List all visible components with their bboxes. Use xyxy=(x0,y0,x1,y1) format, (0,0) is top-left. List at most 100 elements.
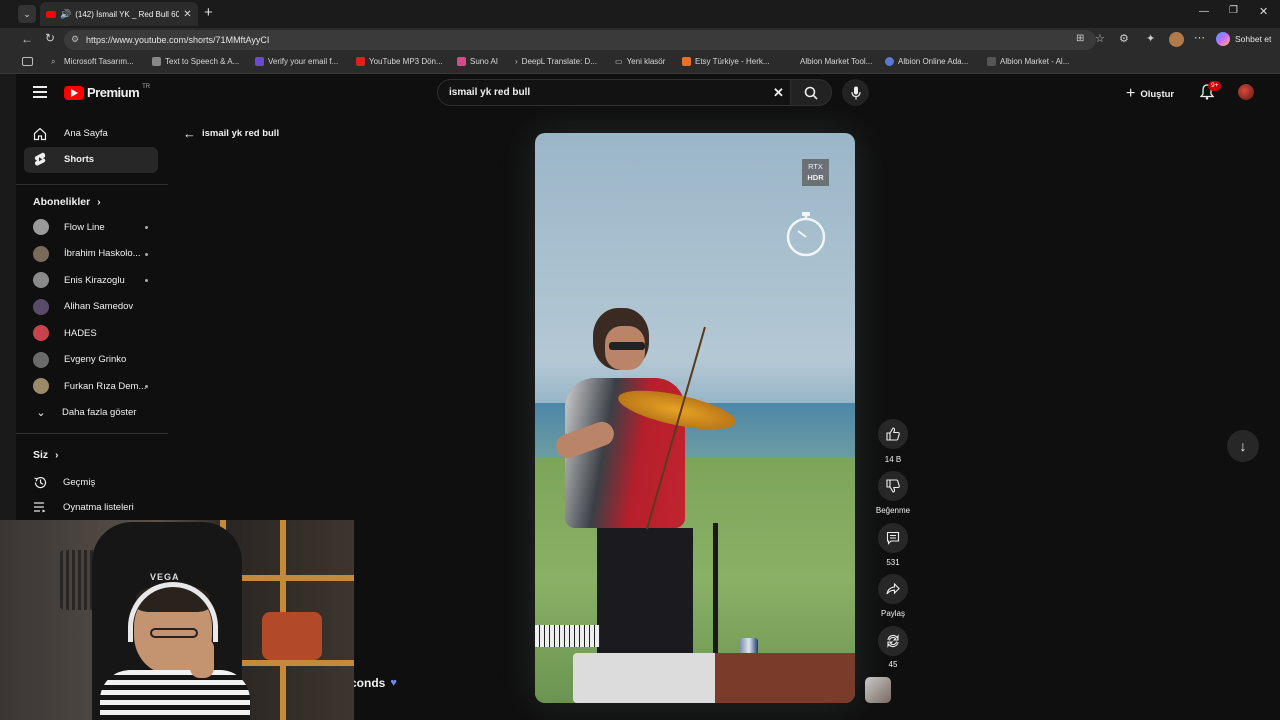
search-input[interactable]: ismail yk red bull ✕ xyxy=(437,79,811,106)
dislike-button[interactable] xyxy=(878,471,908,501)
sidebar-item-shorts[interactable]: Shorts xyxy=(24,147,158,173)
comments-button[interactable] xyxy=(878,523,908,553)
bookmark-item[interactable]: Albion Online Ada... xyxy=(885,57,968,66)
channel-name: Furkan Rıza Dem... xyxy=(64,380,147,392)
share-button[interactable] xyxy=(878,574,908,604)
bookmark-item[interactable]: ▭ Yeni klasör xyxy=(615,57,665,66)
sidebar-divider xyxy=(16,433,168,434)
channel-name: HADES xyxy=(64,327,97,339)
chevron-right-icon: › xyxy=(55,449,59,461)
sidebar-item-label: Oynatma listeleri xyxy=(63,501,134,513)
clear-search-icon[interactable]: ✕ xyxy=(773,85,784,101)
new-tab-button[interactable]: + xyxy=(204,4,213,21)
address-bar[interactable]: ⚙ https://www.youtube.com/shorts/71MMftA… xyxy=(64,30,1096,50)
bookmark-favicon-icon xyxy=(356,57,365,66)
search-icon xyxy=(804,86,818,100)
favorite-star-icon[interactable]: ☆ xyxy=(1095,32,1105,45)
red-cloth xyxy=(262,612,322,660)
bookmark-item[interactable]: Albion Market Tool... xyxy=(787,57,872,66)
sidebar-subscription-item[interactable]: Furkan Rıza Dem... xyxy=(33,377,163,395)
channel-name: İbrahim Haskolo... xyxy=(64,248,141,259)
shorts-icon xyxy=(34,152,46,166)
bookmark-item[interactable]: ⌕ Microsoft Tasarım... xyxy=(51,57,134,66)
sound-thumbnail[interactable] xyxy=(865,677,891,703)
like-button[interactable] xyxy=(878,419,908,449)
extensions-icon[interactable]: ⚙ xyxy=(1119,32,1129,45)
bookmarks-bar: ⌕ Microsoft Tasarım... Text to Speech & A… xyxy=(0,52,1280,74)
new-content-dot xyxy=(145,385,148,388)
bookmark-item[interactable]: Suno AI xyxy=(457,57,498,66)
plus-icon: + xyxy=(1126,85,1136,102)
bookmark-item[interactable]: YouTube MP3 Dön... xyxy=(356,57,443,66)
sidebar-subscription-item[interactable]: İbrahim Haskolo... xyxy=(33,245,163,263)
site-info-icon[interactable]: ⚙ xyxy=(71,34,79,45)
reload-icon[interactable]: ↻ xyxy=(45,31,55,45)
thumbs-up-icon xyxy=(886,427,900,441)
browser-tab[interactable]: 🔊 (142) İsmail YK _ Red Bull 60 S ✕ xyxy=(40,2,198,26)
blue-heart-icon: ♥ xyxy=(390,677,397,689)
shorts-back-link[interactable]: ← ismail yk red bull xyxy=(183,126,279,141)
short-video-player[interactable]: RTX HDR xyxy=(535,133,855,703)
sidebar-subscription-item[interactable]: Alihan Samedov xyxy=(33,298,163,316)
sidebar-item-label: Geçmiş xyxy=(63,477,96,488)
logo-text: Premium xyxy=(87,85,140,100)
sidebar-subscription-item[interactable]: Enis Kirazoglu xyxy=(33,271,163,289)
home-icon xyxy=(33,127,47,141)
bookmark-item[interactable]: Albion Market - Al... xyxy=(987,57,1069,66)
bookmark-favicon-icon xyxy=(987,57,996,66)
profile-avatar[interactable] xyxy=(1169,32,1184,47)
youtube-logo[interactable]: Premium TR xyxy=(64,84,150,100)
account-avatar[interactable] xyxy=(1238,84,1254,100)
you-header[interactable]: Siz › xyxy=(33,449,59,461)
channel-name: Enis Kirazoglu xyxy=(64,274,125,286)
copilot-button[interactable]: Sohbet et xyxy=(1216,32,1271,46)
maximize-icon[interactable]: ❐ xyxy=(1229,5,1238,16)
video-title-fragment: conds xyxy=(350,676,386,690)
extension-puzzle-icon[interactable]: ✦ xyxy=(1146,32,1155,45)
browser-tab-bar: ⌄ 🔊 (142) İsmail YK _ Red Bull 60 S ✕ + … xyxy=(0,0,1280,28)
next-short-button[interactable]: ↓ xyxy=(1227,430,1259,462)
bookmark-item[interactable]: Verify your email f... xyxy=(255,57,338,66)
person-hand xyxy=(190,638,214,678)
show-more-button[interactable]: ⌄ Daha fazla göster xyxy=(34,406,136,419)
remix-icon xyxy=(887,634,899,648)
voice-search-button[interactable] xyxy=(842,79,869,106)
channel-name: Evgeny Grinko xyxy=(64,354,127,365)
comment-count: 531 xyxy=(886,558,900,567)
back-icon[interactable]: ← xyxy=(21,32,33,46)
tab-list-button[interactable]: ⌄ xyxy=(18,5,36,23)
video-title-overlay: conds ♥ xyxy=(350,676,397,690)
arrow-down-icon: ↓ xyxy=(1239,438,1247,454)
stopwatch-icon xyxy=(786,212,826,257)
more-menu-icon[interactable]: ⋯ xyxy=(1194,31,1205,44)
sidebar-item-history[interactable]: Geçmiş xyxy=(33,475,95,490)
playlist-icon xyxy=(34,502,46,513)
close-tab-icon[interactable]: ✕ xyxy=(183,9,191,20)
speaker-icon[interactable]: 🔊 xyxy=(60,9,71,20)
dislike-label: Beğenme xyxy=(875,506,911,515)
table-surface xyxy=(715,653,855,703)
create-button[interactable]: + Oluştur xyxy=(1126,85,1174,103)
sidebar-subscription-item[interactable]: Evgeny Grinko xyxy=(33,351,163,369)
subscriptions-title: Abonelikler xyxy=(33,196,91,208)
sidebar-subscription-item[interactable]: HADES xyxy=(33,324,163,342)
tab-actions-icon[interactable] xyxy=(22,57,33,66)
new-content-dot xyxy=(145,252,148,256)
search-button[interactable] xyxy=(790,79,832,106)
sidebar-item-playlists[interactable]: Oynatma listeleri xyxy=(33,501,134,513)
minimize-icon[interactable]: — xyxy=(1199,6,1209,17)
channel-avatar xyxy=(33,272,49,288)
close-window-icon[interactable]: ✕ xyxy=(1259,5,1268,18)
menu-icon[interactable] xyxy=(33,86,47,98)
sidebar-subscription-item[interactable]: Flow Line xyxy=(33,218,163,236)
bookmark-item[interactable]: Text to Speech & A... xyxy=(152,57,239,66)
bookmark-item[interactable]: Etsy Türkiye - Herk... xyxy=(682,57,770,66)
bookmark-item[interactable]: › DeepL Translate: D... xyxy=(515,57,597,66)
channel-avatar xyxy=(33,325,49,341)
sidebar-item-home[interactable]: Ana Sayfa xyxy=(24,122,158,146)
remix-button[interactable] xyxy=(878,626,908,656)
notifications-button[interactable]: 9+ xyxy=(1199,81,1222,105)
striped-shirt xyxy=(100,670,250,720)
subscriptions-header[interactable]: Abonelikler › xyxy=(33,196,101,208)
install-app-icon[interactable]: ⊞ xyxy=(1076,33,1084,44)
